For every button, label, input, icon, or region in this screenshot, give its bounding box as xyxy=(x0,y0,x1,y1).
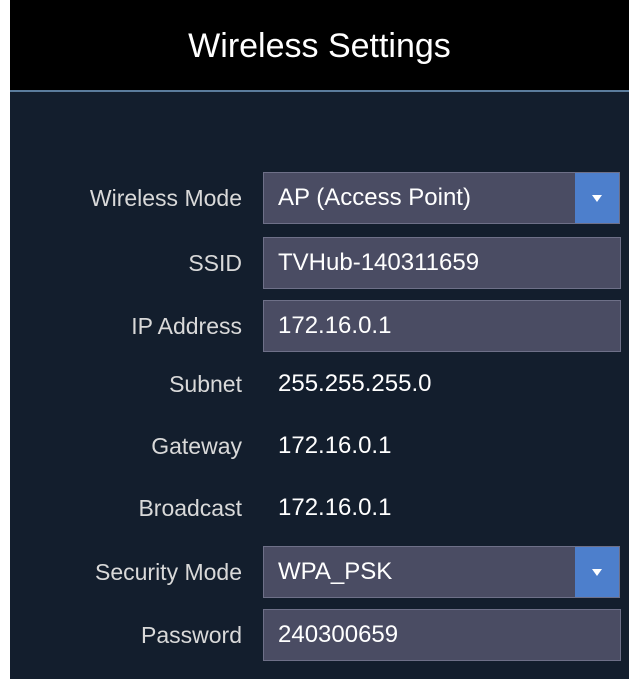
security-mode-row: Security Mode WPA_PSK xyxy=(10,546,629,598)
gateway-value: 172.16.0.1 xyxy=(278,432,392,459)
title-bar: Wireless Settings xyxy=(10,0,629,92)
broadcast-value: 172.16.0.1 xyxy=(278,494,392,521)
wireless-settings-panel: Wireless Settings Wireless Mode AP (Acce… xyxy=(10,0,629,679)
gateway-label: Gateway xyxy=(151,433,242,459)
password-label: Password xyxy=(141,622,242,648)
security-mode-label: Security Mode xyxy=(94,559,242,585)
wireless-mode-label: Wireless Mode xyxy=(89,185,242,211)
chevron-down-icon xyxy=(592,195,602,202)
gateway-row: Gateway 172.16.0.1 xyxy=(10,420,629,472)
ssid-label: SSID xyxy=(188,250,242,276)
wireless-mode-select[interactable]: AP (Access Point) xyxy=(263,172,620,224)
subnet-row: Subnet 255.255.255.0 xyxy=(10,358,629,410)
broadcast-row: Broadcast 172.16.0.1 xyxy=(10,482,629,534)
chevron-down-icon xyxy=(592,569,602,576)
wireless-mode-value: AP (Access Point) xyxy=(278,184,471,211)
ssid-field[interactable]: TVHub-140311659 xyxy=(263,237,621,289)
subnet-value: 255.255.255.0 xyxy=(278,370,432,397)
security-mode-dropdown-button[interactable] xyxy=(575,547,619,597)
password-row: Password 240300659 xyxy=(10,609,629,661)
security-mode-value: WPA_PSK xyxy=(278,558,393,585)
wireless-mode-row: Wireless Mode AP (Access Point) xyxy=(10,172,629,224)
page-title: Wireless Settings xyxy=(188,27,451,65)
ssid-row: SSID TVHub-140311659 xyxy=(10,237,629,289)
security-mode-select[interactable]: WPA_PSK xyxy=(263,546,620,598)
wireless-mode-dropdown-button[interactable] xyxy=(575,173,619,223)
subnet-label: Subnet xyxy=(169,371,242,397)
ip-address-field[interactable]: 172.16.0.1 xyxy=(263,300,621,352)
ip-address-label: IP Address xyxy=(131,313,242,339)
ip-address-row: IP Address 172.16.0.1 xyxy=(10,300,629,352)
password-field[interactable]: 240300659 xyxy=(263,609,621,661)
broadcast-label: Broadcast xyxy=(138,495,242,521)
